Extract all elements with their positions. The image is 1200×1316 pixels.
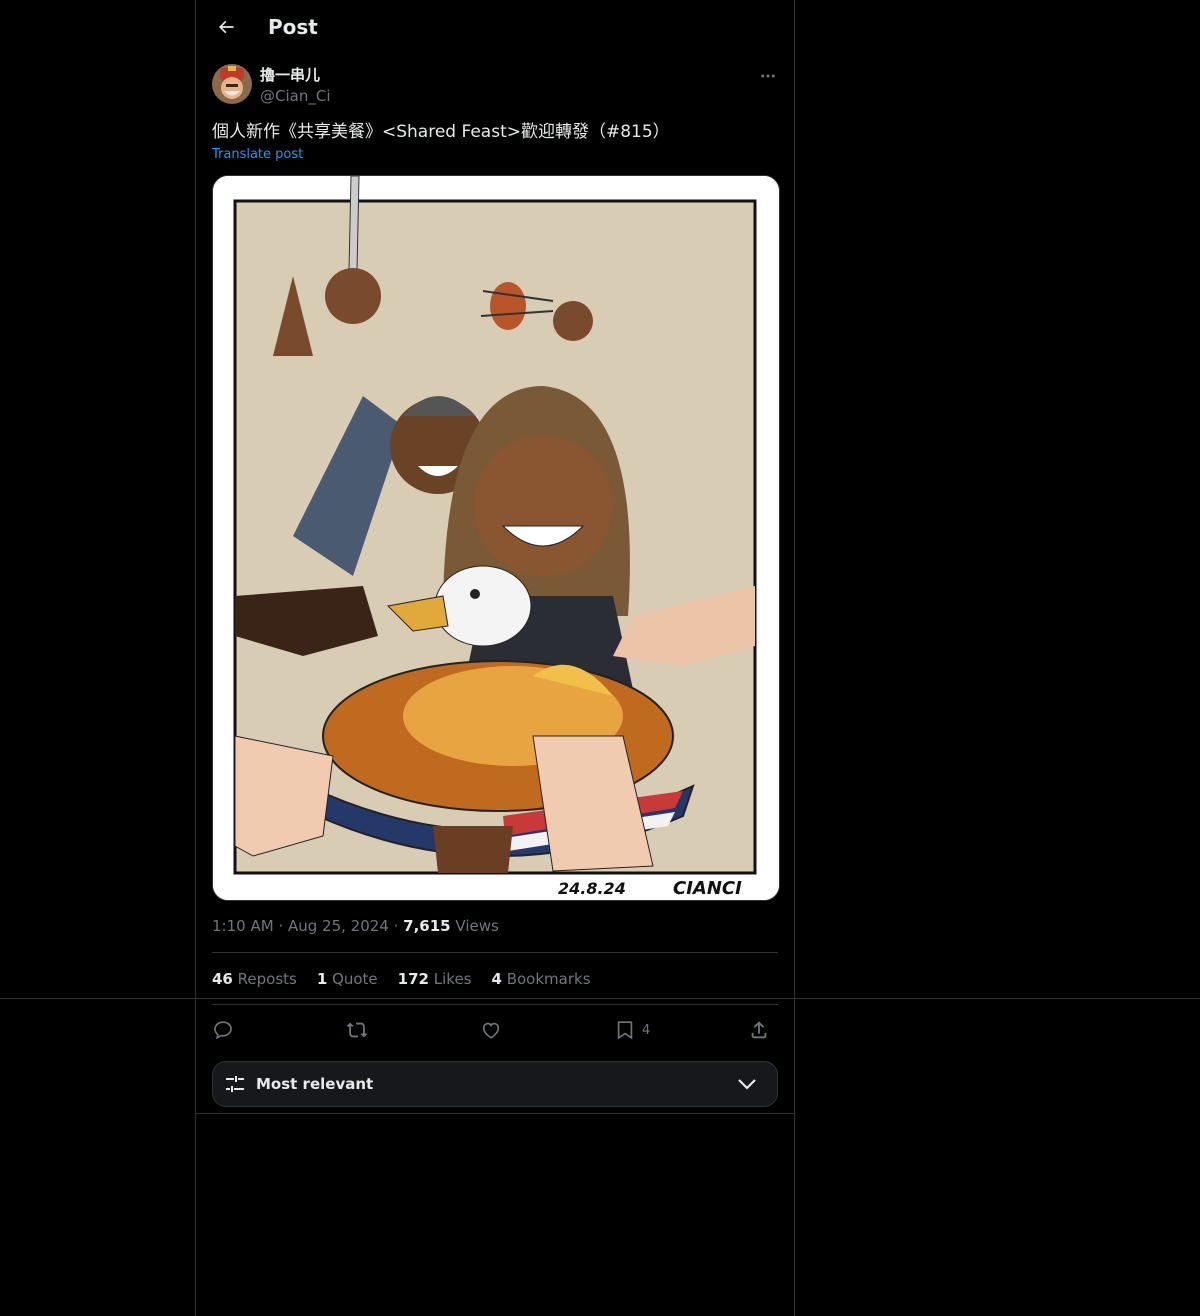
chevron-down-icon [738, 1079, 756, 1090]
post-time[interactable]: 1:10 AM [212, 917, 274, 935]
likes-stat[interactable]: 172 Likes [398, 969, 472, 989]
meta-separator: · [278, 917, 288, 935]
post-date[interactable]: Aug 25, 2024 [288, 917, 389, 935]
views-count: 7,615 [403, 917, 451, 935]
reply-icon [214, 1021, 232, 1040]
more-options-button[interactable] [756, 64, 780, 88]
back-button[interactable] [212, 13, 240, 41]
post-text: 個人新作《共享美餐》<Shared Feast>歡迎轉發（#815） [212, 122, 670, 142]
views-label: Views [455, 917, 499, 935]
divider [0, 998, 1200, 999]
post-metadata: 1:10 AM · Aug 25, 2024 · 7,615 Views [212, 916, 499, 936]
action-bar: 4 [212, 1012, 778, 1048]
repost-button[interactable] [346, 1018, 368, 1042]
translate-post-link[interactable]: Translate post [212, 146, 303, 164]
post-stats: 46 Reposts 1 Quote 172 Likes 4 Bookmarks [212, 969, 591, 989]
main-column: Post 擼一串儿 @Cian_Ci 個人新作《共享美餐》<Shared Fea… [195, 0, 795, 1316]
page-title: Post [268, 15, 318, 39]
divider [212, 1004, 778, 1005]
author-handle[interactable]: @Cian_Ci [260, 87, 330, 105]
divider [212, 952, 778, 953]
share-icon [751, 1021, 767, 1039]
reply-button[interactable] [212, 1018, 234, 1042]
divider [196, 1113, 794, 1114]
quotes-stat[interactable]: 1 Quote [317, 969, 378, 989]
bookmark-button[interactable]: 4 [614, 1018, 650, 1042]
meta-separator: · [393, 917, 404, 935]
bookmarks-stat[interactable]: 4 Bookmarks [492, 969, 591, 989]
bookmark-icon [617, 1021, 633, 1040]
svg-text:CIANCI: CIANCI [673, 878, 742, 899]
share-button[interactable] [748, 1018, 770, 1042]
svg-text:24.8.24: 24.8.24 [558, 879, 626, 898]
sort-label: Most relevant [256, 1075, 374, 1093]
arrow-left-icon [219, 20, 234, 34]
post-image[interactable]: 24.8.24 CIANCI [212, 175, 780, 901]
more-icon [761, 74, 775, 78]
author-display-name[interactable]: 擼一串儿 [260, 66, 320, 84]
like-button[interactable] [480, 1018, 502, 1042]
sort-replies-dropdown[interactable]: Most relevant [212, 1061, 778, 1107]
avatar[interactable] [212, 64, 252, 104]
reposts-stat[interactable]: 46 Reposts [212, 969, 297, 989]
bookmark-count: 4 [642, 1022, 651, 1038]
repost-icon [346, 1022, 368, 1038]
page-header: Post [196, 0, 794, 54]
sliders-icon [226, 1076, 244, 1092]
heart-icon [482, 1022, 500, 1039]
